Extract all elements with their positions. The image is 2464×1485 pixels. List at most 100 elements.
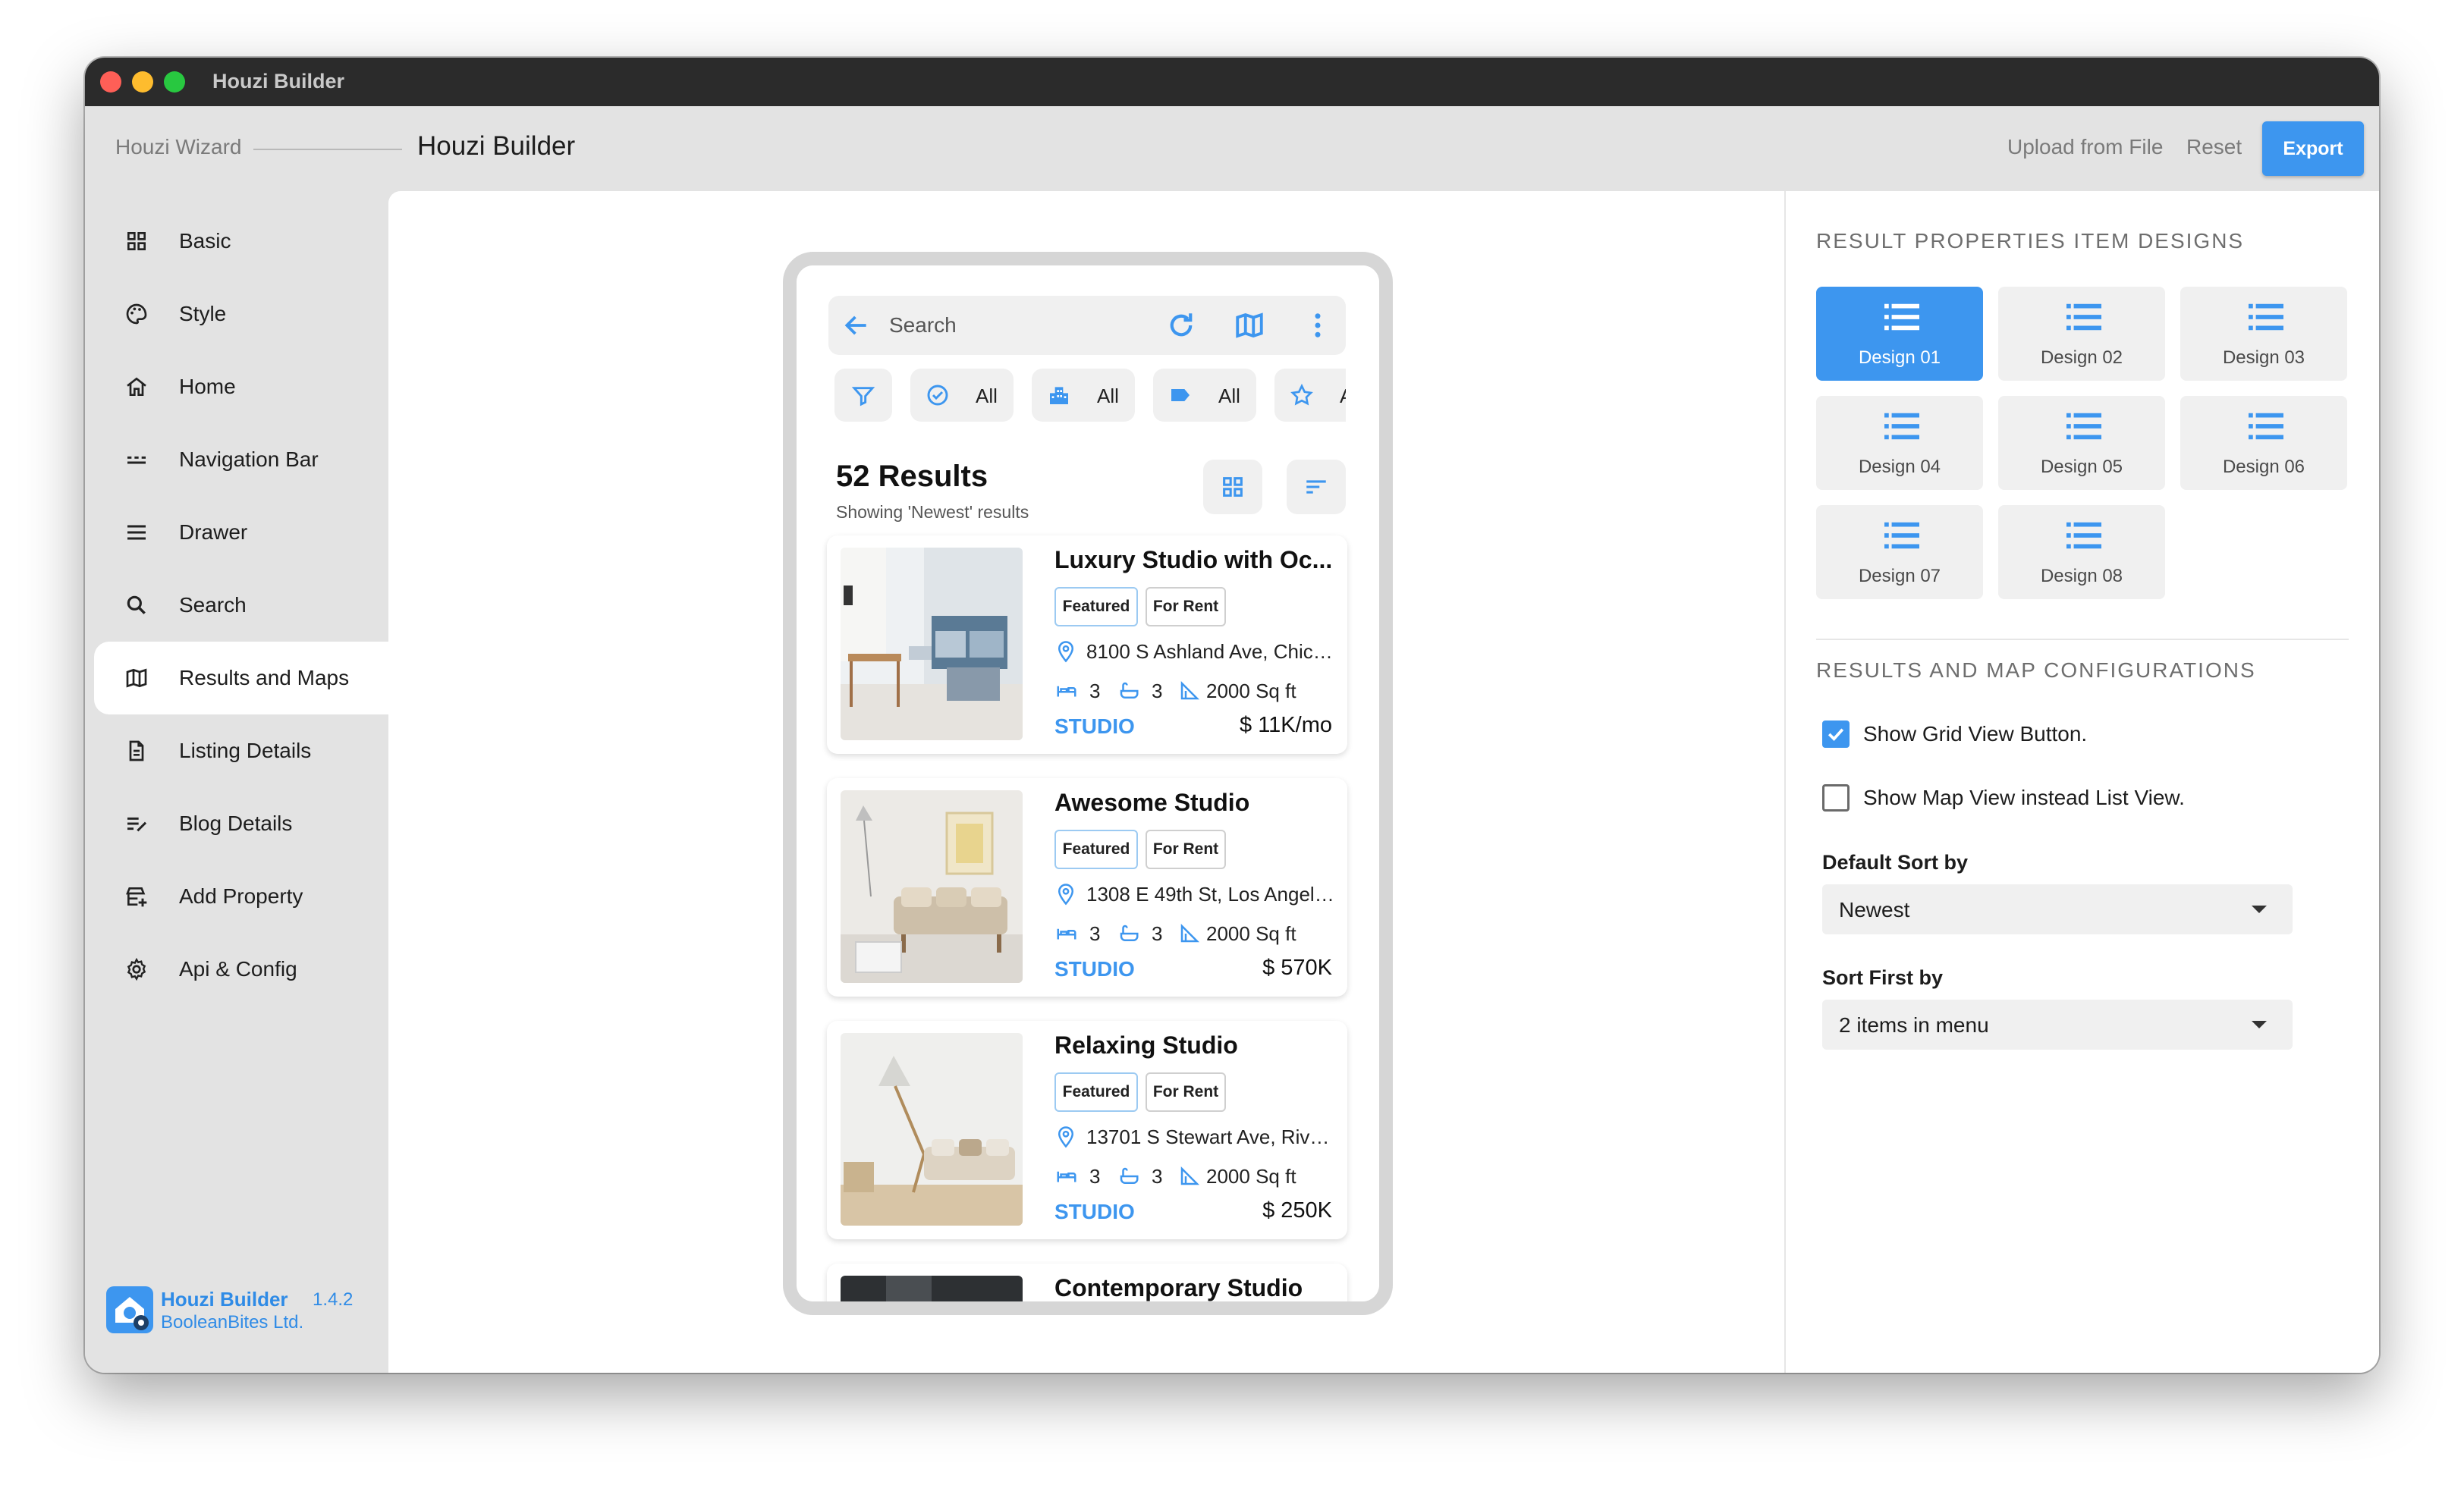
back-arrow-icon[interactable] xyxy=(842,311,871,340)
sidebar-item-api-config[interactable]: Api & Config xyxy=(94,933,390,1006)
grid-icon xyxy=(1223,477,1243,497)
top-bar: Houzi Wizard Houzi Builder Upload from F… xyxy=(85,106,2379,191)
property-title: Relaxing Studio xyxy=(1054,1031,1238,1059)
sidebar-item-basic[interactable]: Basic xyxy=(94,205,390,278)
featured-tag: Featured xyxy=(1054,1072,1138,1112)
sidebar-item-add-property[interactable]: Add Property xyxy=(94,860,390,933)
edit-list-icon xyxy=(127,817,147,832)
palette-icon xyxy=(126,303,147,325)
building-icon xyxy=(1050,387,1068,404)
property-type: STUDIO xyxy=(1054,1200,1135,1223)
list-icon xyxy=(1884,303,1919,331)
design-label: Design 04 xyxy=(1858,457,1941,477)
refresh-icon[interactable] xyxy=(1165,309,1197,341)
sidebar-item-results-and-maps[interactable]: Results and Maps xyxy=(94,642,390,714)
breadcrumb-wizard[interactable]: Houzi Wizard xyxy=(115,135,241,159)
maximize-window-button[interactable] xyxy=(164,71,185,93)
sort-first-label: Sort First by xyxy=(1822,966,1944,989)
sort-icon xyxy=(1306,480,1326,494)
for-rent-tag: For Rent xyxy=(1146,830,1226,869)
design-option-07[interactable]: Design 07 xyxy=(1816,505,1983,599)
default-sort-select[interactable]: Newest xyxy=(1822,884,2293,934)
baths-count: 3 xyxy=(1152,1165,1163,1188)
design-option-03[interactable]: Design 03 xyxy=(2180,287,2347,381)
map-icon[interactable] xyxy=(1234,309,1265,341)
brand-company: BooleanBites Ltd. xyxy=(161,1312,304,1333)
breadcrumb-divider xyxy=(253,149,402,150)
sort-button[interactable] xyxy=(1287,460,1346,514)
property-title: Contemporary Studio xyxy=(1054,1274,1303,1301)
reset-button[interactable]: Reset xyxy=(2186,135,2242,159)
phone-screen: Search All All All 52 Results Showing 'N… xyxy=(797,265,1379,1301)
phone-preview: Search All All All 52 Results Showing 'N… xyxy=(783,252,1393,1315)
window-title: Houzi Builder xyxy=(212,70,344,93)
close-window-button[interactable] xyxy=(100,71,121,93)
label-chip[interactable]: All xyxy=(1153,369,1256,422)
bath-icon xyxy=(1120,1167,1139,1184)
property-photo xyxy=(841,548,1023,740)
design-option-06[interactable]: Design 06 xyxy=(2180,396,2347,490)
export-button[interactable]: Export xyxy=(2262,121,2364,176)
bed-icon xyxy=(1057,1171,1076,1182)
baths-count: 3 xyxy=(1152,680,1163,702)
title-bar: Houzi Builder xyxy=(85,58,2379,106)
property-title: Awesome Studio xyxy=(1054,789,1250,816)
design-option-04[interactable]: Design 04 xyxy=(1816,396,1983,490)
grid-view-checkbox[interactable] xyxy=(1822,721,1850,748)
beds-count: 3 xyxy=(1089,680,1101,702)
sidebar-item-drawer[interactable]: Drawer xyxy=(94,496,390,569)
property-card[interactable]: Contemporary Studio xyxy=(827,1264,1347,1301)
property-card[interactable]: Relaxing Studio Featured For Rent 13701 … xyxy=(827,1021,1347,1239)
filter-icon xyxy=(851,387,875,407)
for-rent-tag: For Rent xyxy=(1146,587,1226,626)
more-vertical-icon[interactable] xyxy=(1302,309,1334,341)
property-card[interactable]: Awesome Studio Featured For Rent 1308 E … xyxy=(827,778,1347,997)
location-pin-icon xyxy=(1058,641,1074,663)
beds-count: 3 xyxy=(1089,922,1101,945)
design-option-08[interactable]: Design 08 xyxy=(1998,505,2165,599)
property-image xyxy=(841,548,1023,740)
for-rent-tag: For Rent xyxy=(1146,1072,1226,1112)
minimize-window-button[interactable] xyxy=(132,71,153,93)
property-card[interactable]: Luxury Studio with Oc... Featured For Re… xyxy=(827,535,1347,754)
sidebar-item-listing-details[interactable]: Listing Details xyxy=(94,714,390,787)
sidebar-item-label: Navigation Bar xyxy=(179,447,319,471)
feature-chip[interactable]: A xyxy=(1274,369,1346,422)
sidebar-item-home[interactable]: Home xyxy=(94,350,390,423)
navbar-icon xyxy=(127,456,146,464)
design-label: Design 03 xyxy=(2222,347,2305,368)
status-chip[interactable]: All xyxy=(910,369,1014,422)
sidebar-item-navigation-bar[interactable]: Navigation Bar xyxy=(94,423,390,496)
upload-from-file-button[interactable]: Upload from File xyxy=(2007,135,2163,159)
grid-view-label: Show Grid View Button. xyxy=(1863,722,2088,746)
featured-tag: Featured xyxy=(1054,587,1138,626)
search-bar[interactable]: Search xyxy=(828,296,1346,355)
sidebar-item-style[interactable]: Style xyxy=(94,278,390,350)
property-price: $ 250K xyxy=(1262,1198,1332,1223)
design-option-05[interactable]: Design 05 xyxy=(1998,396,2165,490)
dropdown-arrow-icon xyxy=(2252,906,2267,913)
design-label: Design 02 xyxy=(2040,347,2123,368)
property-address: 13701 S Stewart Ave, Rive... xyxy=(1086,1126,1337,1148)
design-label: Design 05 xyxy=(2040,457,2123,477)
sidebar-item-label: Drawer xyxy=(179,520,248,544)
sidebar-item-label: Results and Maps xyxy=(179,666,350,689)
property-address: 8100 S Ashland Ave, Chica... xyxy=(1086,640,1337,663)
grid-view-button[interactable] xyxy=(1203,460,1262,514)
design-option-02[interactable]: Design 02 xyxy=(1998,287,2165,381)
sidebar-item-search[interactable]: Search xyxy=(94,569,390,642)
filter-chip[interactable] xyxy=(834,369,892,422)
sidebar-item-blog-details[interactable]: Blog Details xyxy=(94,787,390,860)
map-icon xyxy=(126,668,147,688)
property-image xyxy=(841,1033,1023,1226)
area-value: 2000 Sq ft xyxy=(1206,922,1296,945)
list-icon xyxy=(2249,413,2283,440)
sidebar-item-label: Search xyxy=(179,593,247,617)
map-view-checkbox[interactable] xyxy=(1822,784,1850,812)
design-option-01[interactable]: Design 01 xyxy=(1816,287,1983,381)
sidebar-item-label: Api & Config xyxy=(179,957,297,981)
design-label: Design 08 xyxy=(2040,566,2123,586)
sidebar-item-label: Add Property xyxy=(179,884,303,908)
type-chip[interactable]: All xyxy=(1032,369,1135,422)
sort-first-select[interactable]: 2 items in menu xyxy=(1822,1000,2293,1050)
